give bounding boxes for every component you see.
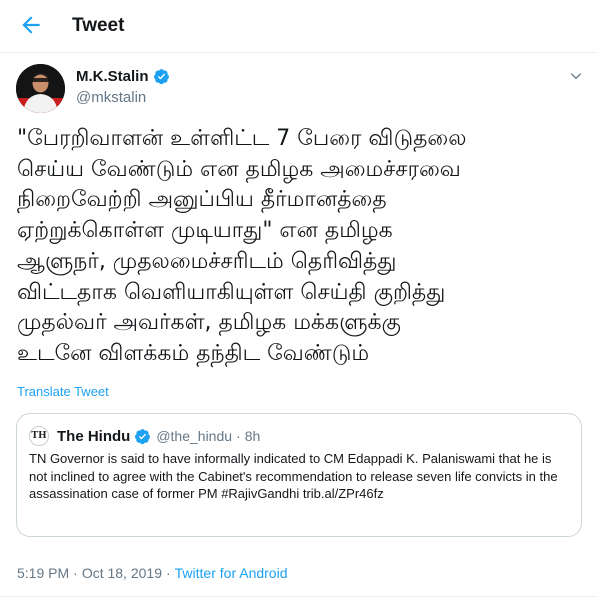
separator-dot: · xyxy=(165,565,171,581)
separator-dot: · xyxy=(73,565,78,581)
verified-badge-icon xyxy=(153,69,169,85)
tweet-metadata: 5:19 PM · Oct 18, 2019 · Twitter for Android xyxy=(17,565,287,581)
quote-text: TN Governor is said to have informally i… xyxy=(29,451,558,501)
tweet-text: "பேரறிவாளன் உள்ளிட்ட 7 பேரை விடுதலை செய்… xyxy=(17,126,467,366)
tweet-header: Tweet xyxy=(0,0,597,53)
verified-badge-icon xyxy=(135,428,151,444)
quote-author-name: The Hindu xyxy=(57,427,131,445)
avatar-image xyxy=(16,64,65,113)
tweet-time[interactable]: 5:19 PM xyxy=(17,565,69,581)
arrow-left-icon[interactable] xyxy=(18,12,44,38)
author-name[interactable]: M.K.Stalin xyxy=(76,68,149,85)
quoted-tweet[interactable]: TH The Hindu @the_hindu · 8h TN Governor… xyxy=(16,413,582,537)
tweet-date[interactable]: Oct 18, 2019 xyxy=(82,565,162,581)
the-hindu-logo: TH xyxy=(29,426,49,446)
tweet-source-link[interactable]: Twitter for Android xyxy=(175,565,288,581)
author-handle[interactable]: @mkstalin xyxy=(76,89,146,106)
divider xyxy=(0,596,597,597)
quote-timestamp: 8h xyxy=(244,428,261,444)
quote-author-handle: @the_hindu xyxy=(156,428,233,444)
chevron-down-icon[interactable] xyxy=(568,68,584,84)
separator-dot: · xyxy=(236,428,241,444)
translate-tweet-link[interactable]: Translate Tweet xyxy=(17,384,109,399)
avatar[interactable] xyxy=(16,64,65,113)
page-title: Tweet xyxy=(72,15,125,36)
